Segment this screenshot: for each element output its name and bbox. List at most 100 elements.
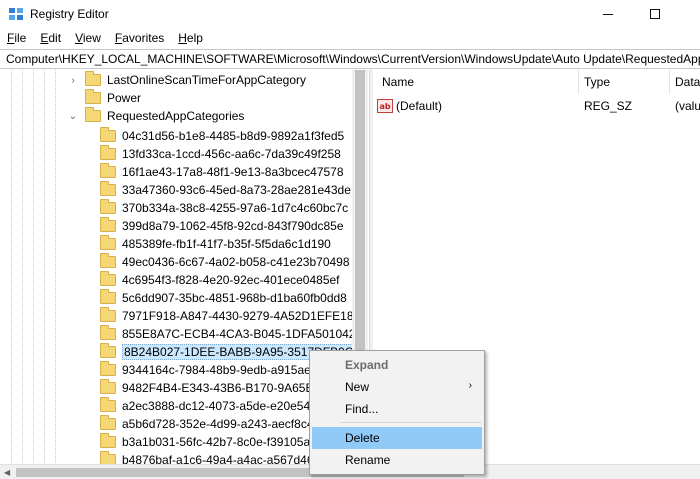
tree-item-guid[interactable]: 04c31d56-b1e8-4485-b8d9-9892a1f3fed5: [100, 127, 344, 145]
tree-item-guid[interactable]: 9482F4B4-E343-43B6-B170-9A65BC8: [100, 379, 329, 397]
menu-item-label: Expand: [345, 358, 389, 372]
menu-item-label: New: [345, 380, 370, 394]
chevron-right-icon[interactable]: ›: [67, 74, 79, 86]
maximize-button[interactable]: [632, 0, 678, 28]
column-header-name[interactable]: Name: [382, 75, 414, 89]
folder-icon: [100, 199, 116, 214]
tree-item-label: 9482F4B4-E343-43B6-B170-9A65BC8: [122, 381, 329, 395]
menu-item-label: Delete: [345, 431, 380, 445]
menu-view[interactable]: View: [68, 29, 108, 47]
menu-separator: [340, 422, 482, 423]
tree-item-label: RequestedAppCategories: [107, 109, 245, 123]
column-divider[interactable]: [578, 70, 579, 94]
tree-item-label: 485389fe-fb1f-41f7-b35f-5f5da6c1d190: [122, 237, 331, 251]
tree-item-label: 4c6954f3-f828-4e20-92ec-401ece0485ef: [122, 273, 340, 287]
folder-icon: [85, 71, 101, 86]
folder-icon: [100, 271, 116, 286]
menu-help[interactable]: Help: [171, 29, 210, 47]
maximize-icon: [650, 9, 660, 19]
folder-icon: [100, 415, 116, 430]
tree-item-label: 5c6dd907-35bc-4851-968b-d1ba60fb0dd8: [122, 291, 347, 305]
submenu-arrow-icon: ›: [468, 380, 472, 391]
menu-item-delete[interactable]: Delete: [312, 427, 482, 449]
tree-item-guid[interactable]: 485389fe-fb1f-41f7-b35f-5f5da6c1d190: [100, 235, 331, 253]
tree-item-label: 33a47360-93c6-45ed-8a73-28ae281e43de: [122, 183, 351, 197]
folder-icon: [100, 235, 116, 250]
tree-item-label: 49ec0436-6c67-4a02-b058-c41e23b70498: [122, 255, 350, 269]
tree-item-guid[interactable]: 7971F918-A847-4430-9279-4A52D1EFE18D: [100, 307, 362, 325]
column-divider[interactable]: [669, 70, 670, 94]
tree-item-guid[interactable]: b3a1b031-56fc-42b7-8c0e-f39105a0: [100, 433, 317, 451]
menu-item-label: Rename: [345, 453, 391, 467]
tree-item-label: Power: [107, 91, 142, 105]
folder-icon: [100, 307, 116, 322]
menu-bar: File Edit View Favorites Help: [0, 29, 700, 47]
minimize-icon: [603, 13, 613, 15]
folder-icon: [85, 107, 101, 122]
tree-item-guid[interactable]: 399d8a79-1062-45f8-92cd-843f790dc85e: [100, 217, 344, 235]
tree-item-label: 16f1ae43-17a8-48f1-9e13-8a3bcec47578: [122, 165, 344, 179]
title-bar: Registry Editor: [0, 0, 700, 28]
tree-item-guid[interactable]: 9344164c-7984-48b9-9edb-a915ae63: [100, 361, 324, 379]
menu-item-find[interactable]: Find...: [312, 398, 482, 420]
menu-item-expand[interactable]: Expand: [312, 354, 482, 376]
tree-item-label: 855E8A7C-ECB4-4CA3-B045-1DFA50104289: [122, 327, 368, 341]
folder-icon: [100, 145, 116, 160]
folder-icon: [100, 217, 116, 232]
tree-item-guid[interactable]: 370b334a-38c8-4255-97a6-1d7c4c60bc7c: [100, 199, 348, 217]
tree-item-guid[interactable]: 49ec0436-6c67-4a02-b058-c41e23b70498: [100, 253, 350, 271]
value-data: (valu: [675, 99, 700, 113]
tree-item-guid[interactable]: 13fd33ca-1ccd-456c-aa6c-7da39c49f258: [100, 145, 341, 163]
tree-item-guid[interactable]: a5b6d728-352e-4d99-a243-aecf8c4b: [100, 415, 320, 433]
folder-icon: [100, 163, 116, 178]
menu-favorites[interactable]: Favorites: [108, 29, 171, 47]
value-type: REG_SZ: [584, 99, 633, 113]
menu-item-new[interactable]: New ›: [312, 376, 482, 398]
tree-item-label: a2ec3888-dc12-4073-a5de-e20e5483: [122, 399, 324, 413]
tree-item-requestedappcategories[interactable]: ⌄ RequestedAppCategories: [67, 107, 244, 125]
value-name: (Default): [396, 99, 443, 113]
scroll-left-icon[interactable]: ◀: [4, 468, 10, 477]
tree-item-label: 04c31d56-b1e8-4485-b8d9-9892a1f3fed5: [122, 129, 345, 143]
folder-icon: [100, 343, 116, 358]
folder-icon: [100, 433, 116, 448]
tree-item-label: 7971F918-A847-4430-9279-4A52D1EFE18D: [122, 309, 363, 323]
folder-icon: [100, 289, 116, 304]
tree-item-guid[interactable]: 4c6954f3-f828-4e20-92ec-401ece0485ef: [100, 271, 340, 289]
column-header-data[interactable]: Data: [675, 75, 700, 89]
tree-item-label: 13fd33ca-1ccd-456c-aa6c-7da39c49f258: [122, 147, 341, 161]
tree-item-guid[interactable]: 5c6dd907-35bc-4851-968b-d1ba60fb0dd8: [100, 289, 347, 307]
folder-icon: [100, 127, 116, 142]
column-header-type[interactable]: Type: [584, 75, 610, 89]
tree-item-guid[interactable]: 33a47360-93c6-45ed-8a73-28ae281e43de: [100, 181, 351, 199]
tree-item-guid[interactable]: 16f1ae43-17a8-48f1-9e13-8a3bcec47578: [100, 163, 344, 181]
chevron-down-icon[interactable]: ⌄: [67, 110, 79, 122]
tree-item-label: a5b6d728-352e-4d99-a243-aecf8c4b: [122, 417, 321, 431]
minimize-button[interactable]: [585, 0, 631, 28]
value-row[interactable]: ab (Default) REG_SZ (valu: [377, 97, 700, 115]
menu-item-label: Find...: [345, 402, 379, 416]
folder-icon: [100, 181, 116, 196]
menu-item-rename[interactable]: Rename: [312, 449, 482, 471]
folder-icon: [85, 89, 101, 104]
tree-item-label: 370b334a-38c8-4255-97a6-1d7c4c60bc7c: [122, 201, 349, 215]
folder-icon: [100, 361, 116, 376]
menu-file[interactable]: File: [0, 29, 33, 47]
folder-icon: [100, 397, 116, 412]
folder-icon: [100, 379, 116, 394]
address-bar[interactable]: Computer\HKEY_LOCAL_MACHINE\SOFTWARE\Mic…: [0, 49, 700, 69]
tree-item-power[interactable]: Power: [67, 89, 141, 107]
string-value-icon: ab: [377, 99, 393, 113]
tree-item-label: b3a1b031-56fc-42b7-8c0e-f39105a0: [122, 435, 317, 449]
tree-item-guid[interactable]: a2ec3888-dc12-4073-a5de-e20e5483: [100, 397, 324, 415]
window-title: Registry Editor: [30, 7, 109, 21]
tree-item-lastonlinescantime[interactable]: › LastOnlineScanTimeForAppCategory: [67, 71, 306, 89]
context-menu: Expand New › Find... Delete Rename: [309, 350, 485, 475]
tree-item-label: 399d8a79-1062-45f8-92cd-843f790dc85e: [122, 219, 344, 233]
tree-item-guid[interactable]: 855E8A7C-ECB4-4CA3-B045-1DFA50104289: [100, 325, 368, 343]
menu-edit[interactable]: Edit: [33, 29, 68, 47]
tree-expander-empty: [67, 92, 79, 104]
registry-icon: [9, 8, 23, 20]
tree-item-label: LastOnlineScanTimeForAppCategory: [107, 73, 306, 87]
tree-item-label: 9344164c-7984-48b9-9edb-a915ae63: [122, 363, 325, 377]
